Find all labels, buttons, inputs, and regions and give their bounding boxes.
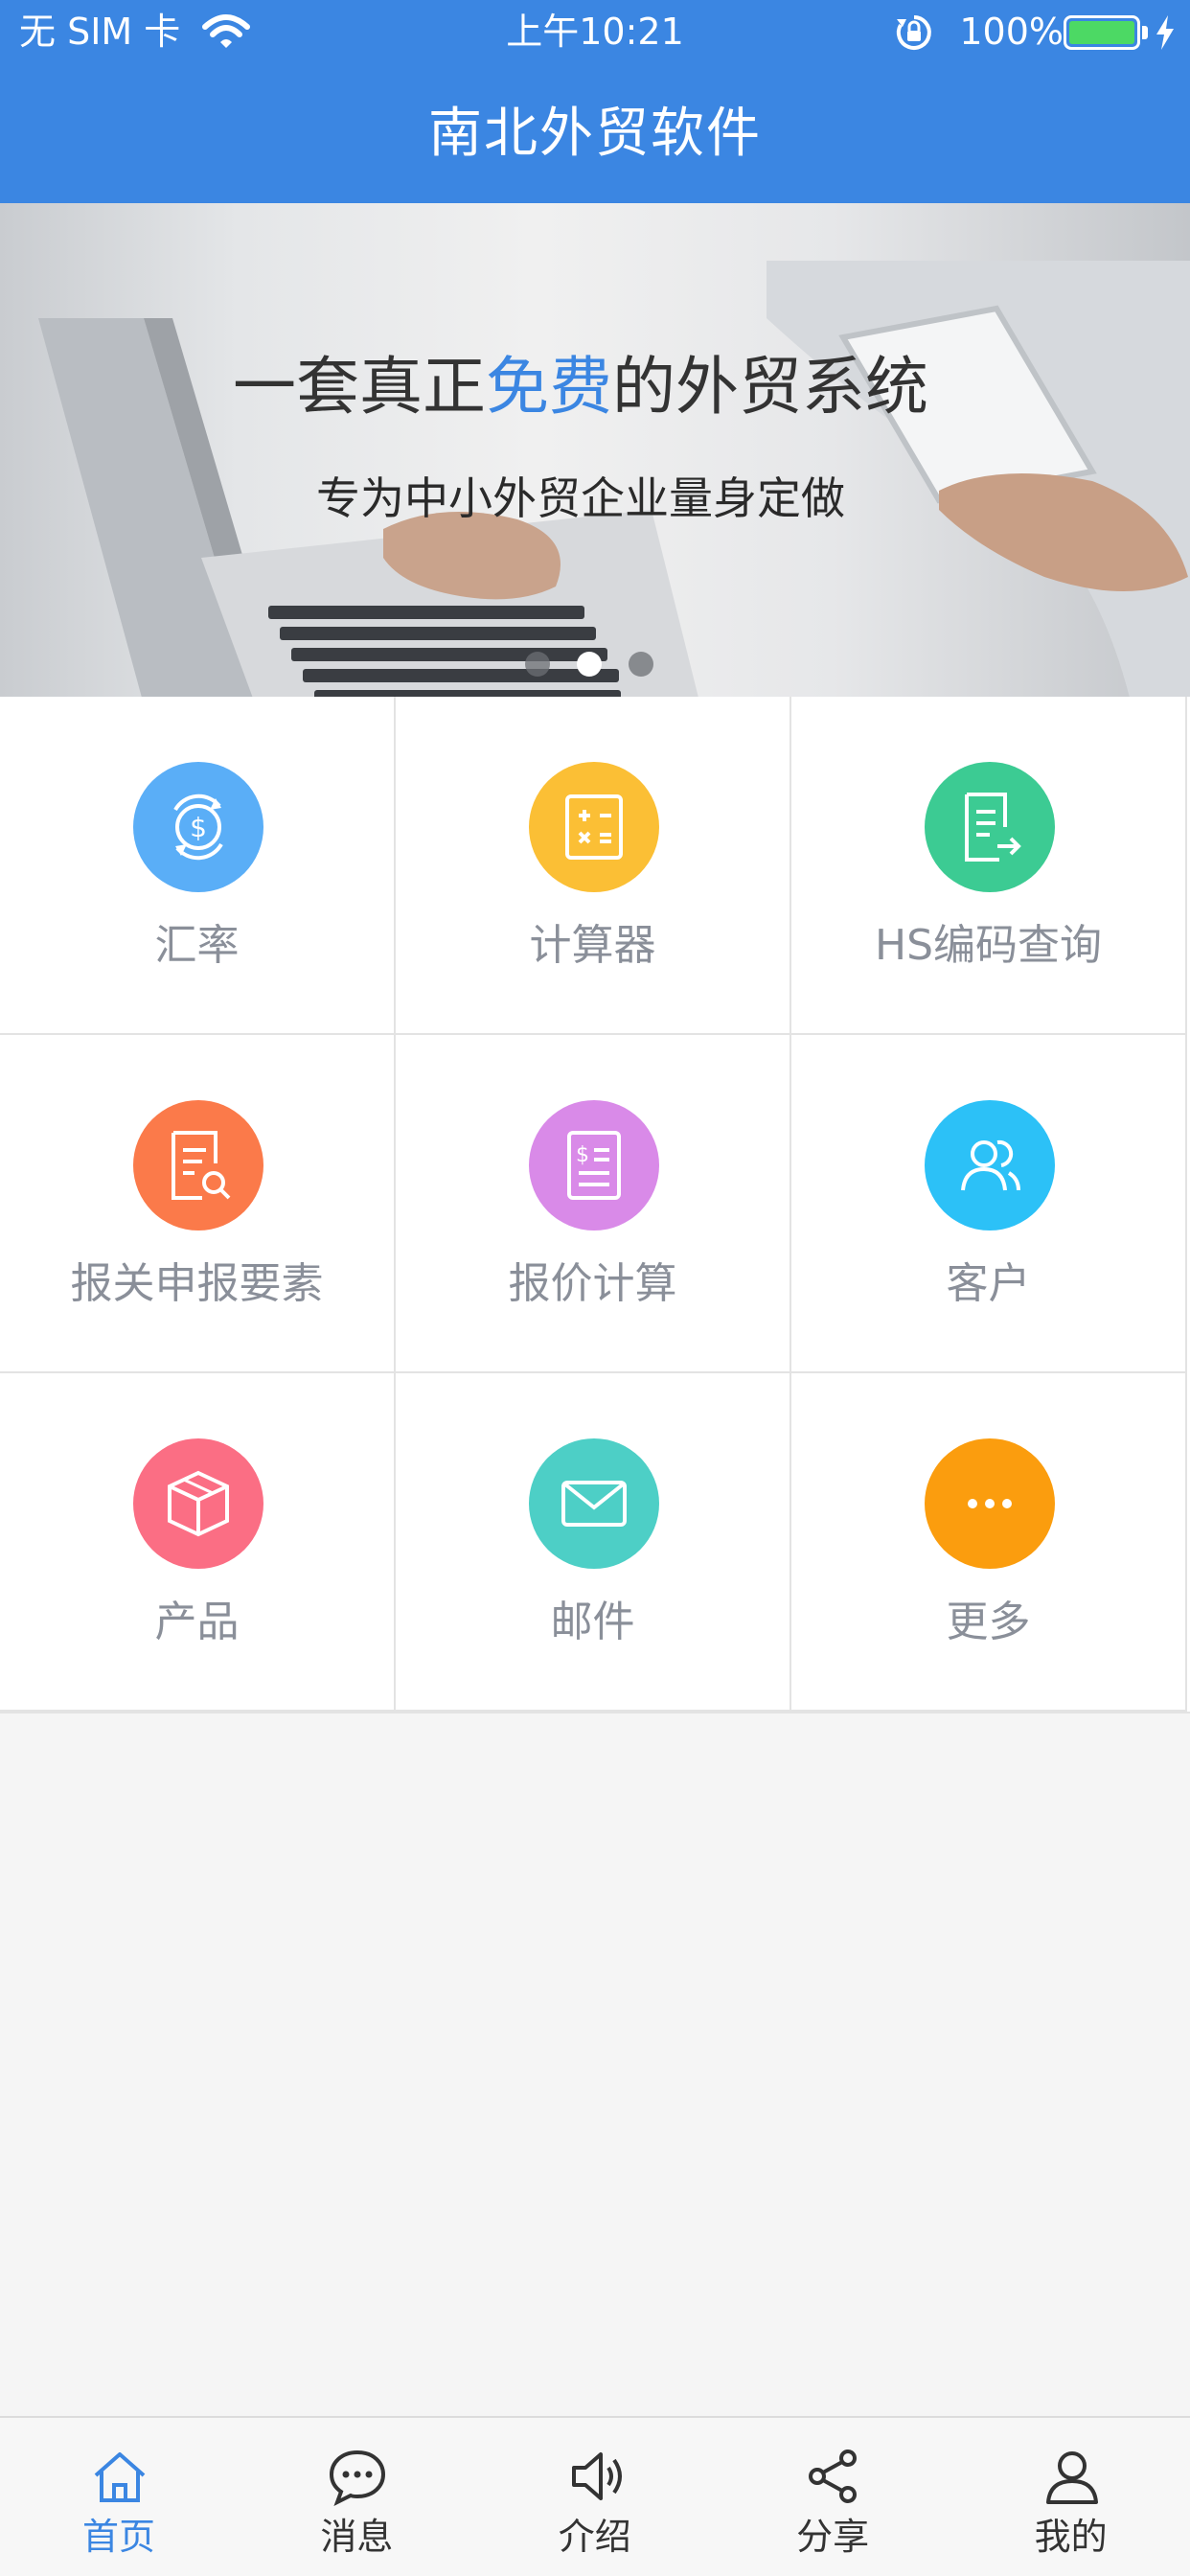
status-bar: 无 SIM 卡 上午10:21 100% (0, 0, 1190, 63)
feature-label: 汇率 (154, 921, 240, 970)
document-search-icon (133, 1100, 263, 1230)
customers-icon (925, 1100, 1055, 1230)
feature-item[interactable]: $ 报价计算 (396, 1035, 791, 1373)
svg-text:$: $ (576, 1143, 589, 1167)
price-sheet-icon: $ (529, 1100, 659, 1230)
feature-item[interactable]: HS编码查询 (791, 697, 1187, 1035)
share-icon (809, 2450, 858, 2503)
feature-label: 客户 (946, 1259, 1031, 1308)
currency-exchange-icon: $ (133, 762, 263, 892)
document-export-icon (925, 762, 1055, 892)
carousel-dot[interactable] (577, 652, 602, 677)
tab-label: 分享 (796, 2516, 870, 2558)
banner-headline-prefix: 一套真正 (233, 350, 486, 424)
feature-label: HS编码查询 (874, 921, 1102, 970)
svg-text:$: $ (190, 812, 207, 843)
battery-percent: 100% (959, 11, 1064, 53)
feature-label: 邮件 (550, 1598, 635, 1646)
feature-item[interactable]: 客户 (791, 1035, 1187, 1373)
feature-label: 产品 (154, 1598, 240, 1646)
tab-label: 介绍 (558, 2516, 631, 2558)
tab-label: 首页 (81, 2516, 155, 2558)
feature-item[interactable]: 邮件 (396, 1373, 791, 1712)
bottom-tab-bar: 首页 消息 介绍 分享 我的 (0, 2416, 1190, 2576)
battery-cap (1142, 26, 1148, 39)
tab-label: 消息 (320, 2516, 394, 2558)
feature-item[interactable]: 更多 (791, 1373, 1187, 1712)
tab-item[interactable]: 首页 (0, 2418, 238, 2576)
mail-icon (529, 1438, 659, 1569)
carousel-indicator (0, 652, 1190, 680)
banner-headline-highlight: 免费 (486, 350, 612, 424)
feature-item[interactable]: 报关申报要素 (0, 1035, 396, 1373)
app-header: 无 SIM 卡 上午10:21 100% 南北外贸软件 (0, 0, 1190, 203)
banner-subtitle: 专为中小外贸企业量身定做 (316, 472, 845, 524)
orientation-lock-icon (896, 15, 931, 50)
tab-item[interactable]: 我的 (952, 2418, 1190, 2576)
feature-label: 计算器 (529, 921, 656, 970)
tab-item[interactable]: 分享 (714, 2418, 951, 2576)
promo-banner[interactable]: 一套真正免费的外贸系统 专为中小外贸企业量身定做 (0, 203, 1190, 697)
feature-item[interactable]: 产品 (0, 1373, 396, 1712)
feature-label: 报关申报要素 (70, 1259, 324, 1308)
feature-grid: $ 汇率 计算器 HS编码查询报关申报要素 $ 报价计算 客户产品 邮件 更多 (0, 697, 1190, 1714)
speaker-icon (571, 2452, 622, 2500)
product-box-icon (133, 1438, 263, 1569)
feature-item[interactable]: $ 汇率 (0, 697, 396, 1035)
profile-icon (1045, 2451, 1098, 2504)
tab-item[interactable]: 消息 (238, 2418, 475, 2576)
charging-icon (1156, 15, 1174, 50)
message-icon (330, 2450, 386, 2506)
calculator-icon (529, 762, 659, 892)
page-title: 南北外贸软件 (428, 103, 762, 165)
feature-label: 更多 (946, 1598, 1031, 1646)
tab-label: 我的 (1034, 2516, 1108, 2558)
more-icon (925, 1438, 1055, 1569)
banner-headline: 一套真正免费的外贸系统 (0, 347, 1190, 427)
tab-item[interactable]: 介绍 (476, 2418, 714, 2576)
battery-level-fill (1069, 21, 1134, 44)
carousel-dot[interactable] (525, 652, 550, 677)
carousel-dot[interactable] (629, 652, 653, 677)
feature-item[interactable]: 计算器 (396, 697, 791, 1035)
banner-headline-suffix: 的外贸系统 (612, 350, 928, 424)
battery-icon (1064, 15, 1140, 50)
home-icon (94, 2452, 146, 2502)
feature-label: 报价计算 (508, 1259, 677, 1308)
